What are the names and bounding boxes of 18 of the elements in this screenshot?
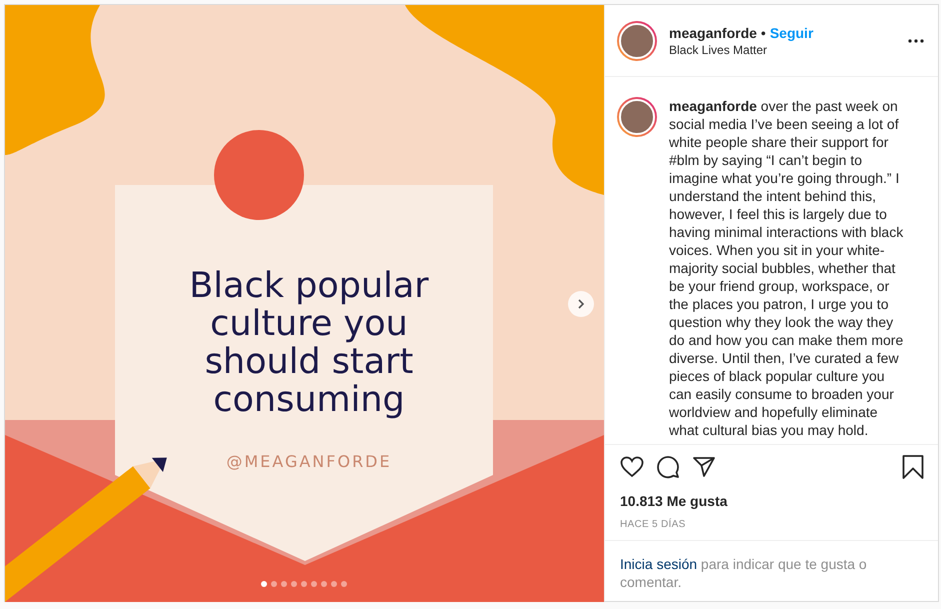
like-count: 10.813 Me gusta <box>620 493 728 509</box>
post-subtitle: Black Lives Matter <box>669 42 768 56</box>
post-headline: Black popular culture you should start consuming <box>189 266 429 420</box>
login-link[interactable]: Inicia sesión <box>620 556 698 572</box>
chevron-right-icon <box>576 299 586 309</box>
heart-icon[interactable] <box>620 455 644 479</box>
post-time: HACE 5 DÍAS <box>620 519 687 530</box>
bookmark-icon[interactable] <box>902 455 924 479</box>
avatar[interactable] <box>617 20 657 60</box>
post-handle: @MEAGANFORDE <box>226 452 392 471</box>
post-caption: meaganforde over the past week on social media I’ve been seeing a lot of white people share their support for #blm by saying “I can’t begin to imagine what you’re going through.” I understand the intent behind this, however, I feel this is largely due to having minimal interactions with black voices. When you sit in your white-majority social bubbles, whether that be your friend group, workspace, or the places you patron, I urge you to question why they look the way they do and how you can make them more diverse. Until then, I’ve curated a few pieces of black popular culture you can easily consume to broaden your worldview and hopefully eliminate what cultural bias you may hold. <box>669 97 904 440</box>
send-icon[interactable] <box>692 455 716 479</box>
avatar[interactable] <box>617 97 657 137</box>
comment-icon[interactable] <box>656 455 680 479</box>
username-link[interactable]: meaganforde <box>669 24 757 40</box>
more-options-icon[interactable] <box>908 38 924 42</box>
separator-dot: • <box>760 24 766 40</box>
login-prompt: Inicia sesión para indicar que te gusta o comentar. <box>620 555 868 591</box>
